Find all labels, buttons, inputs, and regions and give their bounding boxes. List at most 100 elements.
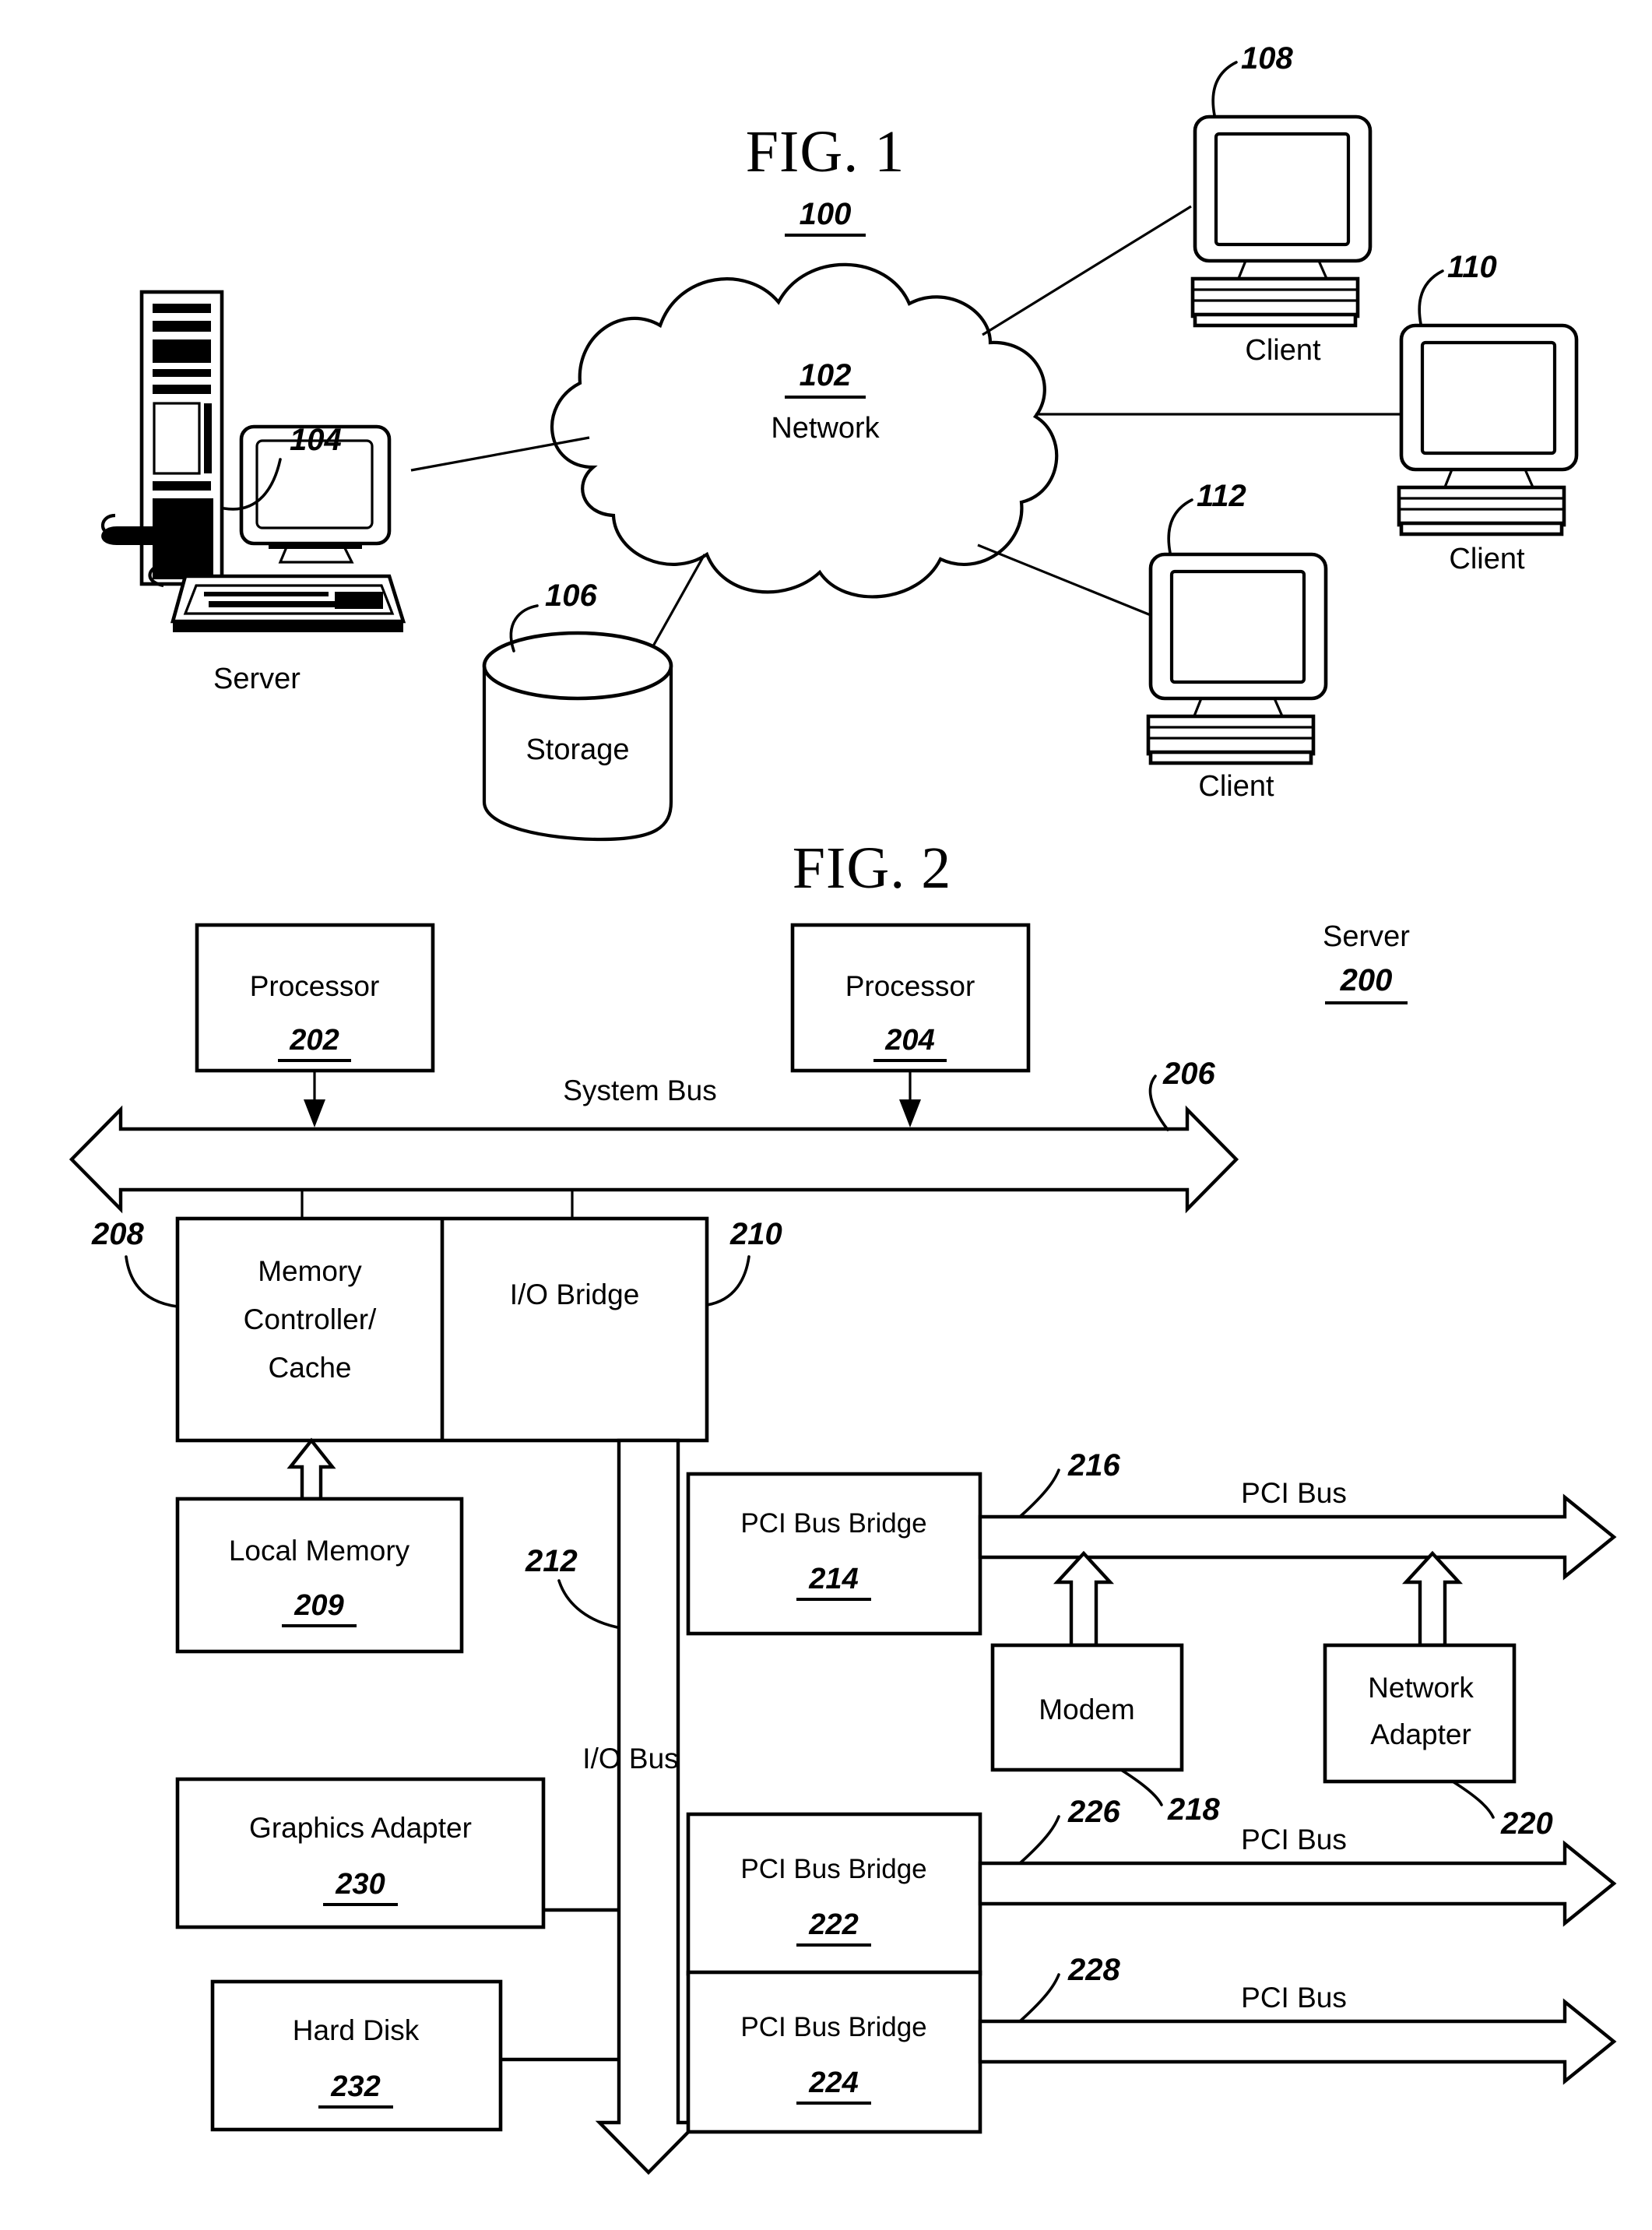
link-network-to-client108: [982, 205, 1192, 336]
memory-controller-reference-number: 208: [91, 1217, 144, 1251]
processor-202-label: Processor: [250, 970, 380, 1002]
pci-bus-228: 228 PCI Bus: [978, 1953, 1617, 2085]
pci-bus-228-reference-number: 228: [1067, 1953, 1120, 1987]
system-label: Server: [1323, 920, 1410, 953]
pci-bus-216-label: PCI Bus: [1241, 1477, 1347, 1509]
network-adapter-box: [1323, 1643, 1517, 1784]
pci-bus-bridge-222-reference-number: 222: [808, 1908, 858, 1941]
processor-204-label: Processor: [845, 970, 975, 1002]
network-adapter-leader-line: [1451, 1780, 1495, 1819]
client112-leader-line: [1167, 498, 1193, 554]
hard-disk-reference-number: 232: [330, 2070, 380, 2103]
network-reference-number: 102: [800, 358, 852, 392]
client-110: 110 Client: [1397, 250, 1579, 575]
block-network-adapter: Network Adapter 220: [1323, 1550, 1553, 1841]
io-bus-label: I/O Bus: [582, 1743, 678, 1775]
client108-reference-number: 108: [1241, 41, 1293, 76]
server-keyboard-front: [173, 621, 403, 632]
link-network-to-client112: [977, 543, 1151, 617]
memory-controller-label-line3: Cache: [269, 1352, 352, 1384]
server-mouse-body: [101, 526, 174, 545]
server-label: Server: [213, 663, 301, 695]
system-bus: System Bus 206: [69, 1057, 1239, 1214]
client110-base-unit: [1397, 485, 1566, 527]
pci-bus-bridge-214-box: [686, 1472, 982, 1636]
client-112: 112 Client: [1146, 479, 1328, 803]
modem-label: Modem: [1039, 1694, 1134, 1725]
client110-monitor-bezel: [1399, 323, 1579, 472]
client112-label: Client: [1198, 770, 1274, 803]
block-pci-bus-bridge-214: PCI Bus Bridge 214: [686, 1472, 982, 1636]
fig1-title: FIG. 1: [746, 119, 905, 185]
modem-up-arrow: [1053, 1550, 1115, 1648]
client112-base-unit: [1146, 714, 1316, 756]
patent-figure-sheet: FIG. 1 100 102 Network 104 Server 106 St…: [0, 0, 1652, 2230]
client108-monitor-bezel: [1193, 114, 1373, 263]
pci-bus-228-label: PCI Bus: [1241, 1982, 1347, 2014]
processor-202-arrowhead: [304, 1099, 325, 1127]
network-label: Network: [771, 412, 880, 445]
graphics-adapter-reference-number: 230: [335, 1868, 385, 1901]
client110-label: Client: [1449, 543, 1525, 575]
client108-label: Client: [1245, 334, 1321, 367]
server-tower-side-strip: [204, 403, 212, 473]
server-monitor-base-lip: [269, 543, 362, 549]
network-adapter-reference-number: 220: [1500, 1806, 1553, 1841]
client-108: 108 Client: [1190, 41, 1373, 367]
modem-reference-number: 218: [1167, 1792, 1220, 1827]
processor-204-reference-number: 204: [884, 1024, 934, 1057]
server-keyboard-keyrow-2: [209, 601, 341, 607]
block-modem: Modem 218: [990, 1550, 1220, 1827]
system-bus-arrow: [69, 1105, 1239, 1214]
server-reference-number: 104: [290, 423, 342, 457]
memory-controller-label-line2: Controller/: [244, 1303, 377, 1335]
pci-bus-226-reference-number: 226: [1067, 1795, 1120, 1829]
storage-cylinder: 106 Storage: [482, 579, 673, 842]
storage-reference-number: 106: [545, 579, 597, 613]
processor-202-reference-number: 202: [289, 1024, 339, 1057]
server-keyboard-keyrow-1: [204, 592, 329, 596]
client110-reference-number: 110: [1447, 250, 1497, 284]
processor-204-arrowhead: [899, 1099, 921, 1127]
pci-bus-226-leader-line: [1018, 1815, 1060, 1865]
client112-base-foot: [1148, 750, 1313, 765]
figure-2: FIG. 2 Server 200 Processor 202 Processo…: [69, 835, 1617, 2175]
pci-bus-226-arrow: [978, 1840, 1617, 1927]
hard-disk-label: Hard Disk: [293, 2014, 420, 2046]
server-tower-drive-bay: [153, 339, 211, 363]
client108-leader-line: [1211, 61, 1238, 117]
io-bus-arrow: [595, 1438, 702, 2175]
local-memory-reference-number: 209: [293, 1589, 343, 1622]
pci-bus-228-arrow: [978, 1998, 1617, 2085]
server-tower-slot-4: [153, 385, 211, 394]
fig1-reference-number: 100: [800, 197, 852, 231]
server-tower-slot-2: [153, 321, 211, 332]
fig2-title: FIG. 2: [793, 835, 951, 901]
system-bus-label: System Bus: [563, 1075, 716, 1106]
client108-base-unit: [1190, 276, 1360, 318]
client112-monitor-bezel: [1148, 552, 1328, 701]
block-memory-controller-and-io-bridge: Memory Controller/ Cache 208 I/O Bridge …: [91, 1190, 782, 1443]
pci-bus-228-leader-line: [1018, 1973, 1060, 2023]
server-tower-slot-5: [153, 481, 211, 491]
storage-label: Storage: [525, 733, 629, 766]
pci-bus-226-label: PCI Bus: [1241, 1824, 1347, 1855]
network-adapter-up-arrow: [1401, 1550, 1464, 1648]
server-tower-slot-3: [153, 369, 211, 377]
block-processor-204: Processor 204: [790, 923, 1031, 1127]
client110-leader-line: [1418, 269, 1444, 325]
graphics-adapter-label: Graphics Adapter: [249, 1812, 472, 1844]
server-keyboard-numpad: [335, 592, 383, 609]
pci-bus-bridge-222-box: [686, 1812, 982, 1976]
io-bus-reference-number: 212: [525, 1544, 578, 1578]
server-workstation: 104 Server: [100, 290, 406, 695]
io-bus: I/O Bus 212: [525, 1438, 702, 2175]
figure-1: FIG. 1 100 102 Network 104 Server 106 St…: [100, 41, 1579, 842]
pci-bus-bridge-224-label: PCI Bus Bridge: [740, 2012, 926, 2042]
io-bus-leader-line: [557, 1579, 619, 1629]
block-processor-202: Processor 202: [195, 923, 435, 1127]
block-local-memory: Local Memory 209: [175, 1437, 464, 1654]
memory-controller-label-line1: Memory: [258, 1255, 362, 1287]
block-hard-disk: Hard Disk 232: [210, 1979, 620, 2132]
pci-bus-bridge-222-label: PCI Bus Bridge: [740, 1854, 926, 1884]
